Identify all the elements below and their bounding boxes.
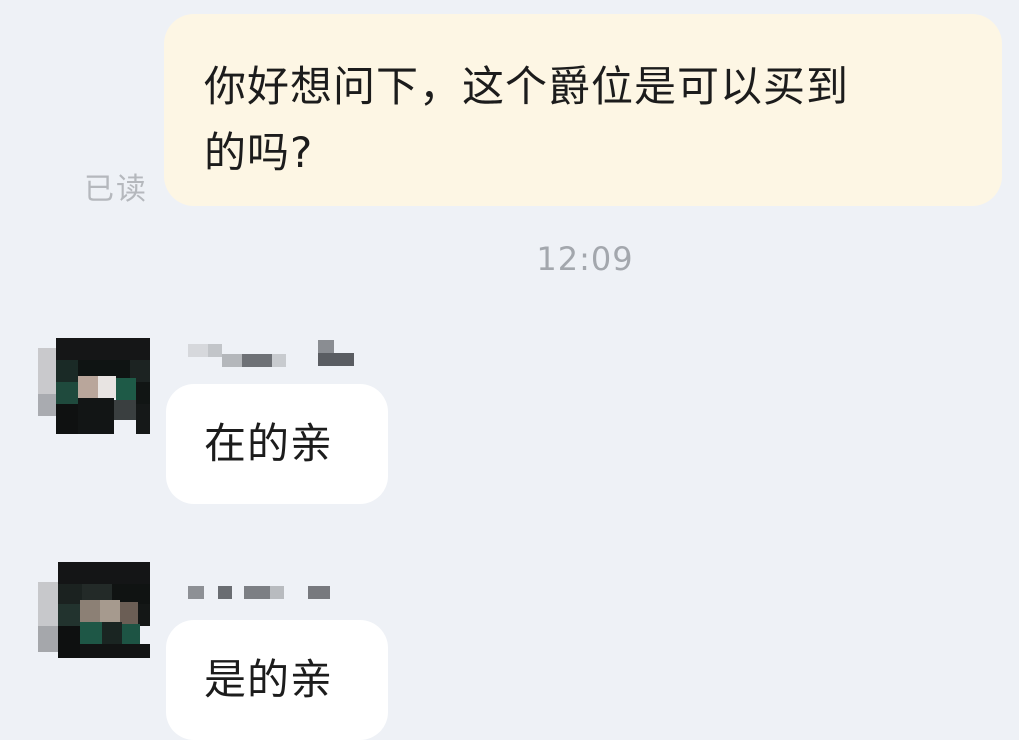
outgoing-message-bubble[interactable]: 你好想问下，这个爵位是可以买到 的吗? bbox=[164, 14, 1002, 206]
outgoing-message-line-2: 的吗? bbox=[204, 128, 314, 177]
avatar[interactable] bbox=[38, 562, 150, 658]
outgoing-message-line-1: 你好想问下，这个爵位是可以买到 bbox=[204, 62, 850, 111]
chat-thread: 你好想问下，这个爵位是可以买到 的吗? 已读 12:09 在的亲 是的亲 bbox=[0, 0, 1019, 740]
avatar[interactable] bbox=[38, 338, 150, 434]
incoming-message-text: 是的亲 bbox=[204, 655, 334, 704]
sender-name bbox=[188, 340, 360, 367]
incoming-message-bubble[interactable]: 在的亲 bbox=[166, 384, 388, 504]
sender-name bbox=[188, 580, 338, 606]
incoming-message-bubble[interactable]: 是的亲 bbox=[166, 620, 388, 740]
message-timestamp: 12:09 bbox=[536, 240, 634, 278]
read-receipt: 已读 bbox=[84, 172, 148, 207]
incoming-message-text: 在的亲 bbox=[204, 419, 334, 468]
